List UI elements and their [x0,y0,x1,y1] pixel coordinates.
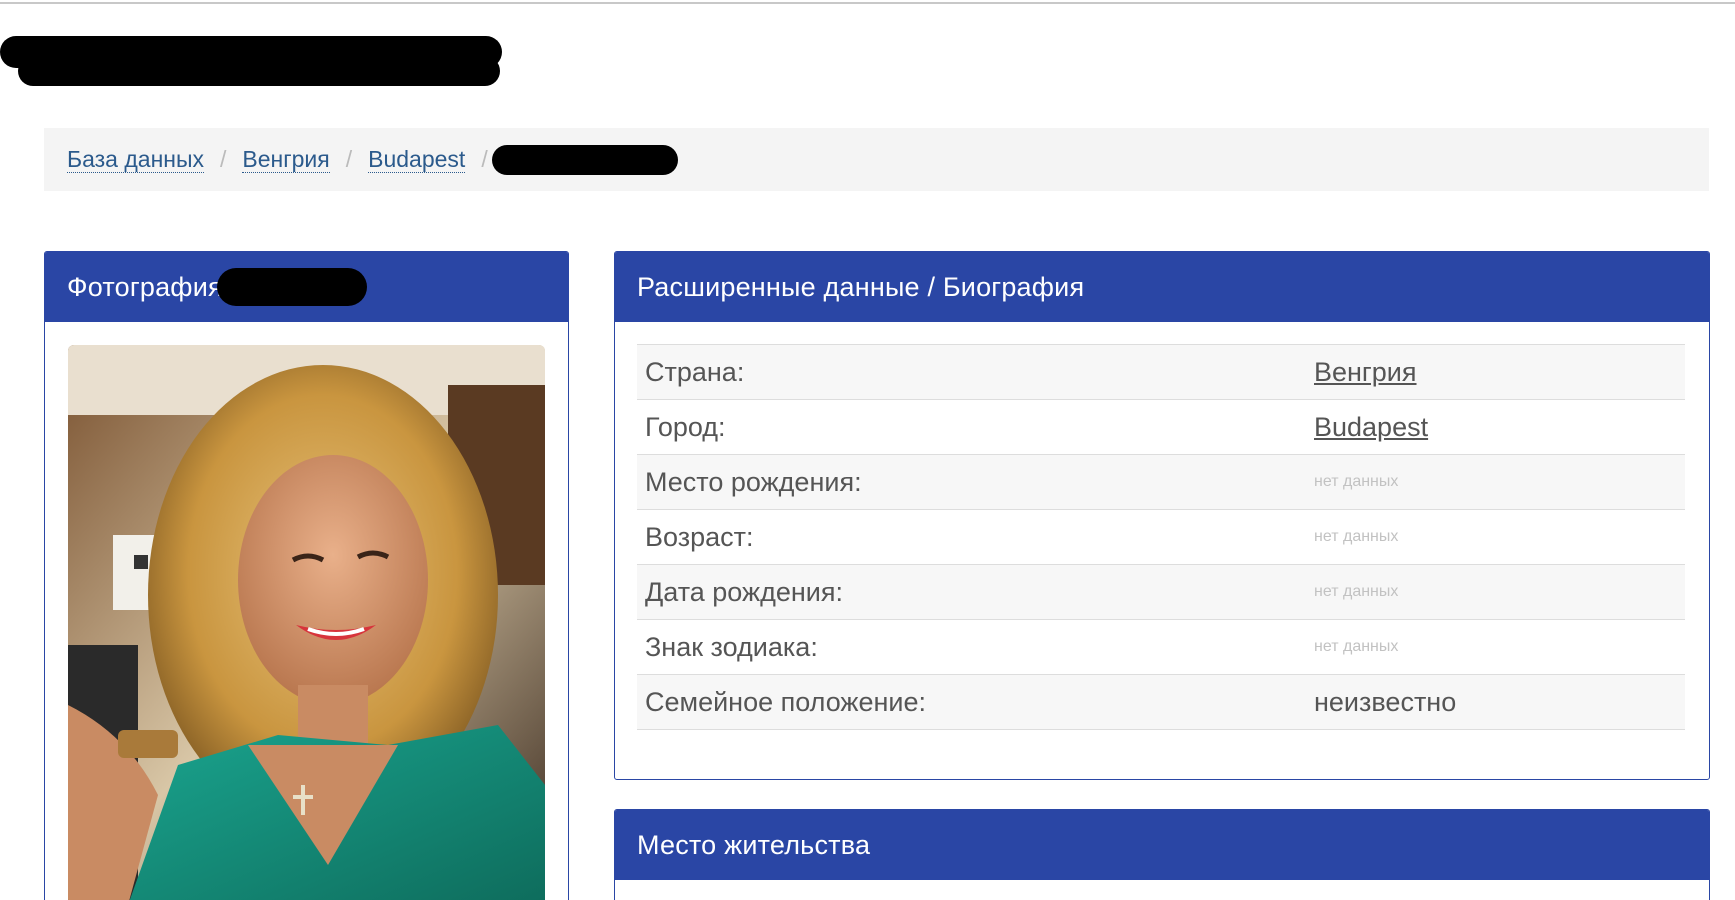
breadcrumb-item-database[interactable]: База данных [67,146,205,174]
row-label: Город: [645,411,726,442]
row-value: неизвестно [1314,686,1457,717]
city-link[interactable]: Budapest [1314,412,1428,443]
biography-panel-header: Расширенные данные / Биография [615,252,1709,322]
row-value: нет данных [1314,528,1399,545]
table-row-birthplace: Место рождения: нет данных [637,455,1685,510]
breadcrumb-item-country[interactable]: Венгрия [242,146,330,174]
row-label: Страна: [645,356,745,387]
biography-panel: Расширенные данные / Биография Страна: В… [614,251,1710,780]
row-label: Место рождения: [645,466,862,497]
redacted-breadcrumb-name [491,144,678,175]
table-row-marital-status: Семейное положение: неизвестно [637,675,1685,730]
redacted-title [18,56,500,86]
breadcrumb: База данных / Венгрия / Budapest / [44,128,1709,191]
breadcrumb-item-city[interactable]: Budapest [368,146,466,174]
table-row-city: Город: Budapest [637,400,1685,455]
residence-panel-title: Место жительства [637,829,871,860]
top-divider [0,2,1735,4]
photo-panel-title: Фотография [67,271,223,302]
profile-photo-image [68,345,545,900]
row-value: нет данных [1314,583,1399,600]
biography-panel-title: Расширенные данные / Биография [637,271,1085,302]
row-value: нет данных [1314,473,1399,490]
photo-panel-header: Фотография [45,252,568,322]
row-label: Дата рождения: [645,576,843,607]
row-label: Возраст: [645,521,754,552]
row-value: нет данных [1314,638,1399,655]
profile-photo[interactable] [68,345,545,900]
row-label: Знак зодиака: [645,631,818,662]
biography-table: Страна: Венгрия Город: Budapest Место ро… [637,344,1685,730]
breadcrumb-separator: / [220,146,227,172]
table-row-zodiac: Знак зодиака: нет данных [637,620,1685,675]
row-label: Семейное положение: [645,686,927,717]
country-link[interactable]: Венгрия [1314,357,1417,388]
photo-panel: Фотография [44,251,569,900]
table-row-birthdate: Дата рождения: нет данных [637,565,1685,620]
residence-panel-header: Место жительства [615,810,1709,880]
residence-panel: Место жительства [614,809,1710,900]
redacted-photo-name [216,268,367,306]
table-row-age: Возраст: нет данных [637,510,1685,565]
breadcrumb-separator: / [345,146,353,172]
table-row-country: Страна: Венгрия [637,345,1685,400]
breadcrumb-separator: / [481,146,488,172]
